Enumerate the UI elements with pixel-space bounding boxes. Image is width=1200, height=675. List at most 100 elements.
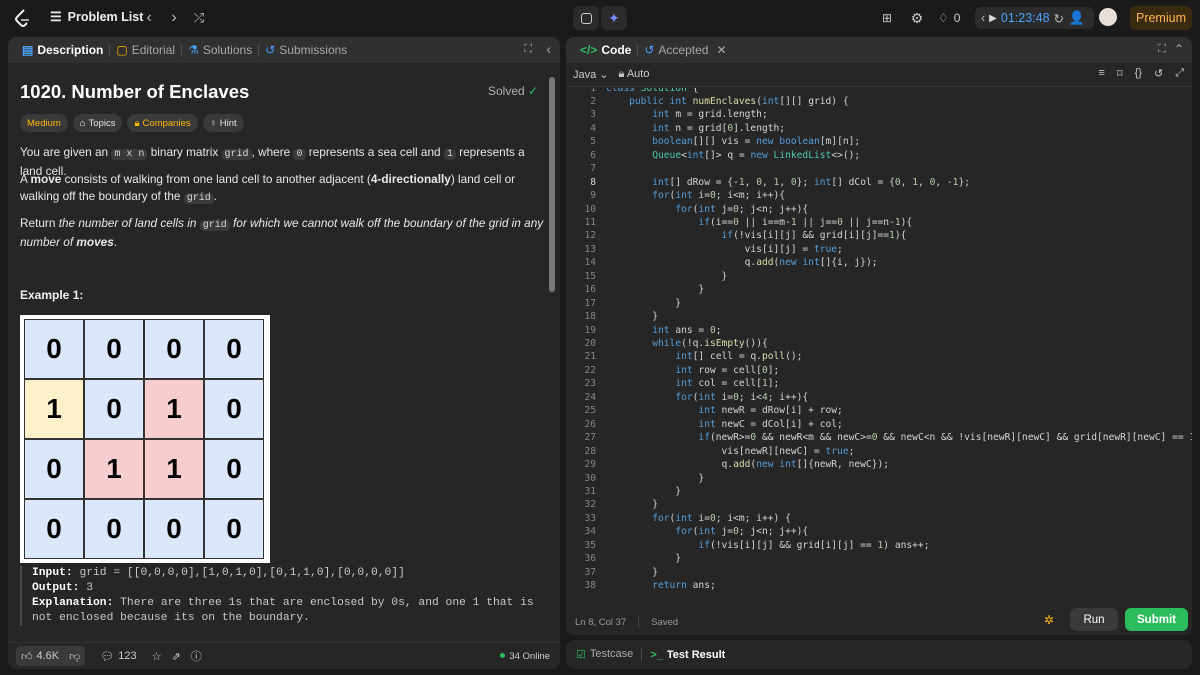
line-number: 28 bbox=[584, 446, 596, 457]
line-number: 36 bbox=[584, 553, 596, 564]
code-line: for(int i=0; i<4; i++){ bbox=[675, 392, 809, 403]
code-line: int newC = dCol[i] + col; bbox=[698, 419, 843, 430]
line-number: 26 bbox=[584, 419, 596, 430]
premium-button[interactable]: Premium bbox=[1130, 6, 1192, 30]
gear-icon[interactable]: ⚙ bbox=[908, 10, 926, 26]
share-icon[interactable]: ⇗ bbox=[172, 650, 181, 663]
code-line: vis[i][j] = true; bbox=[606, 244, 843, 255]
code-icon: </> bbox=[580, 43, 598, 57]
bookmark-icon[interactable]: ⌑ bbox=[1117, 67, 1123, 80]
hint-chip[interactable]: ♀ Hint bbox=[202, 114, 244, 132]
book-icon: ▢ bbox=[116, 43, 128, 57]
tab-editorial[interactable]: ▢ Editorial bbox=[110, 43, 181, 57]
scrollbar-thumb[interactable] bbox=[549, 77, 555, 292]
code-line: int[] cell = q.poll(); bbox=[675, 351, 803, 362]
checkbox-icon: ☑ bbox=[576, 649, 586, 661]
example-input: Input: grid = [[0,0,0,0],[1,0,1,0],[0,1,… bbox=[32, 567, 405, 579]
shuffle-icon[interactable]: ⤮ bbox=[189, 8, 209, 28]
line-number: 34 bbox=[584, 526, 596, 537]
comments-button[interactable]: 💬︎ 123 bbox=[95, 646, 141, 666]
tab-test-result[interactable]: >_ Test Result bbox=[650, 649, 725, 661]
like-button[interactable]: 👍︎ 4.6K 👎︎ bbox=[16, 646, 86, 666]
code-line: int col = cell[1]; bbox=[675, 378, 780, 389]
check-circle-icon: ✓ bbox=[528, 84, 539, 98]
difficulty-badge: Medium bbox=[20, 114, 68, 132]
comment-icon: 💬︎ bbox=[100, 650, 115, 663]
prev-problem-icon[interactable]: ‹ bbox=[139, 8, 159, 28]
code-line: q.add(new int[]{newR, newC}); bbox=[606, 459, 890, 470]
reset-icon[interactable]: ↻ bbox=[1054, 11, 1064, 26]
grid-cell: 0 bbox=[24, 319, 84, 379]
code-line: if(!vis[i][j] && grid[i][j] == 1) ans++; bbox=[698, 540, 930, 551]
code-line: } bbox=[606, 311, 658, 322]
grid-cell: 0 bbox=[84, 379, 144, 439]
companies-chip[interactable]: 🔒︎ Companies bbox=[127, 114, 198, 132]
tab-testcase[interactable]: ☑ Testcase bbox=[576, 648, 633, 661]
auto-mode[interactable]: 🔒︎ Auto bbox=[619, 68, 650, 81]
line-number: 10 bbox=[584, 204, 596, 215]
braces-icon[interactable]: {} bbox=[1135, 67, 1142, 80]
sparkle-icon[interactable]: ✦ bbox=[601, 6, 627, 30]
format-icon[interactable]: ≡ bbox=[1099, 67, 1105, 80]
line-number: 38 bbox=[584, 580, 596, 591]
play-icon[interactable]: ▶ bbox=[989, 13, 997, 24]
tab-submissions[interactable]: ↺ Submissions bbox=[259, 43, 353, 57]
next-problem-icon[interactable]: › bbox=[164, 8, 184, 28]
code-line: } bbox=[606, 271, 728, 282]
topics-chip[interactable]: ⌂ Topics bbox=[72, 114, 123, 132]
submit-button[interactable]: Submit bbox=[1125, 608, 1188, 631]
chevron-left-icon[interactable]: ‹ bbox=[981, 11, 985, 25]
tab-solutions[interactable]: ⚗ Solutions bbox=[182, 43, 258, 57]
collapse-icon[interactable]: ‹ bbox=[546, 41, 551, 57]
thumbs-down-icon[interactable]: 👎︎ bbox=[69, 650, 80, 663]
line-number: 14 bbox=[584, 257, 596, 268]
star-icon[interactable]: ☆ bbox=[152, 650, 162, 663]
lock-icon: 🔒︎ bbox=[134, 117, 140, 129]
tab-description[interactable]: ▤ Description bbox=[16, 43, 109, 57]
history-icon: ↺ bbox=[265, 43, 276, 57]
line-number: 2 bbox=[590, 96, 596, 107]
tab-accepted[interactable]: ↺ Accepted ✕ bbox=[638, 43, 732, 57]
line-number: 30 bbox=[584, 473, 596, 484]
save-status: Saved bbox=[651, 616, 679, 628]
line-number: 17 bbox=[584, 298, 596, 309]
problem-list-button[interactable]: ☰ Problem List bbox=[50, 9, 143, 25]
run-button[interactable]: Run bbox=[1070, 608, 1118, 631]
flask-icon: ⚗ bbox=[188, 43, 199, 57]
code-line: } bbox=[606, 553, 682, 564]
streak-counter[interactable]: ♢ 0 bbox=[938, 9, 960, 27]
grid-cell: 0 bbox=[204, 439, 264, 499]
code-panel: </> Code ↺ Accepted ✕ ⛶ ⌃ Java ⌄ 🔒︎ Auto ≡ … bbox=[566, 37, 1192, 635]
close-icon[interactable]: ✕ bbox=[716, 43, 726, 57]
code-line: for(int i=0; i<m; i++) { bbox=[652, 513, 791, 524]
grid-cell: 0 bbox=[204, 379, 264, 439]
line-number: 25 bbox=[584, 405, 596, 416]
expand-icon[interactable]: ⛶ bbox=[524, 43, 532, 56]
example-explanation: Explanation: There are three 1s that are… bbox=[32, 597, 534, 624]
code-line: int m = grid.length; bbox=[652, 109, 768, 120]
code-line: Queue<int[]> q = new LinkedList<>(); bbox=[652, 150, 861, 161]
code-editor[interactable]: 1 class Solution { 2 public int numEnclav… bbox=[566, 88, 1192, 598]
example-grid-image: 0 0 0 0 1 0 1 0 0 1 1 0 0 0 0 0 bbox=[20, 315, 270, 563]
avatar[interactable] bbox=[1099, 8, 1117, 26]
grid-cell: 1 bbox=[84, 439, 144, 499]
add-user-icon[interactable]: 👤 bbox=[1068, 9, 1086, 27]
line-number: 16 bbox=[584, 284, 596, 295]
grid-cell: 0 bbox=[204, 319, 264, 379]
debug-icon[interactable] bbox=[573, 6, 599, 30]
bug-icon[interactable]: ✲ bbox=[1044, 613, 1054, 627]
code-line: q.add(new int[]{i, j}); bbox=[606, 257, 878, 268]
line-number: 27 bbox=[584, 432, 596, 443]
expand-icon[interactable]: ⛶ bbox=[1158, 43, 1166, 56]
help-icon[interactable]: ⓘ bbox=[191, 648, 202, 664]
leetcode-logo-icon[interactable] bbox=[12, 8, 34, 30]
fullscreen-icon[interactable]: ⤢ bbox=[1175, 67, 1184, 80]
language-select[interactable]: Java ⌄ bbox=[573, 68, 609, 81]
line-number: 22 bbox=[584, 365, 596, 376]
reset-code-icon[interactable]: ↺ bbox=[1154, 67, 1163, 80]
scrollbar[interactable] bbox=[548, 67, 556, 627]
layout-icon[interactable]: ⊞ bbox=[878, 10, 896, 26]
maximize-icon[interactable]: ⌃ bbox=[1174, 42, 1184, 56]
line-number: 3 bbox=[590, 109, 596, 120]
tab-code[interactable]: </> Code bbox=[574, 43, 637, 57]
